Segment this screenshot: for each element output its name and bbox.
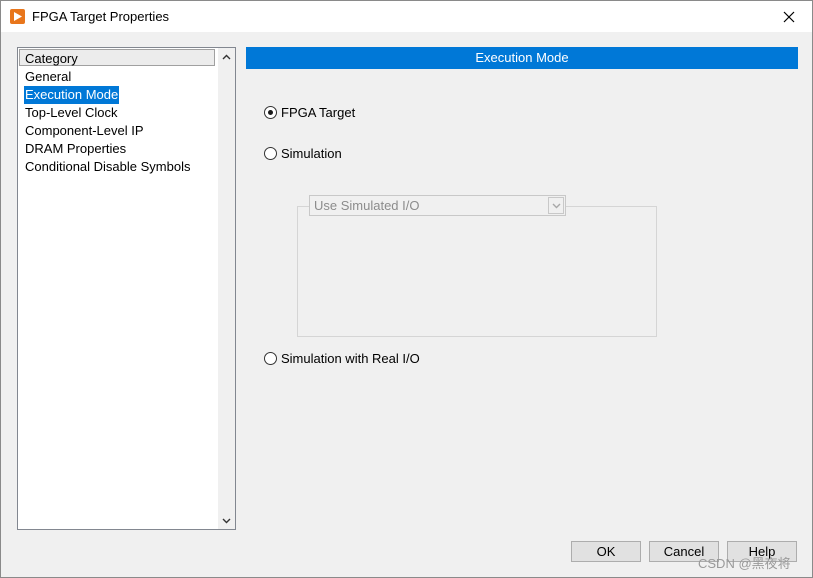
dropdown-button[interactable] <box>548 197 564 214</box>
category-item-general[interactable]: General <box>24 68 72 86</box>
watermark: CSDN @黑夜将 <box>698 556 791 571</box>
section-title: Execution Mode <box>246 47 798 69</box>
category-item-conditional-disable-symbols[interactable]: Conditional Disable Symbols <box>24 158 191 176</box>
radio-button[interactable] <box>264 351 277 365</box>
app-icon <box>10 9 25 24</box>
category-item-top-level-clock[interactable]: Top-Level Clock <box>24 104 119 122</box>
category-list[interactable]: Category General Execution Mode Top-Leve… <box>17 47 236 530</box>
radio-button[interactable] <box>264 105 277 119</box>
ok-button[interactable]: OK <box>571 541 641 562</box>
close-button[interactable] <box>766 1 812 32</box>
category-item-dram-properties[interactable]: DRAM Properties <box>24 140 127 158</box>
category-header[interactable]: Category <box>19 49 215 66</box>
chevron-up-icon <box>222 54 231 59</box>
chevron-down-icon <box>552 203 560 208</box>
window-title: FPGA Target Properties <box>32 9 170 24</box>
scroll-down-button[interactable] <box>218 512 235 529</box>
radio-button[interactable] <box>264 146 277 160</box>
radio-label: Simulation <box>281 145 342 161</box>
category-item-component-level-ip[interactable]: Component-Level IP <box>24 122 145 140</box>
radio-label: Simulation with Real I/O <box>281 350 420 366</box>
category-item-execution-mode[interactable]: Execution Mode <box>24 86 120 104</box>
radio-simulation-real-io[interactable]: Simulation with Real I/O <box>264 349 420 367</box>
select-value: Use Simulated I/O <box>314 198 420 213</box>
radio-simulation[interactable]: Simulation <box>264 144 342 162</box>
close-icon <box>783 11 795 22</box>
dialog-window: FPGA Target Properties Category General … <box>0 0 813 578</box>
scroll-up-button[interactable] <box>218 48 235 65</box>
title-bar[interactable]: FPGA Target Properties <box>1 1 812 32</box>
chevron-down-icon <box>222 518 231 523</box>
simulation-group-box <box>297 206 657 337</box>
category-items: General Execution Mode Top-Level Clock C… <box>24 68 191 176</box>
radio-fpga-target[interactable]: FPGA Target <box>264 103 355 121</box>
radio-label: FPGA Target <box>281 104 356 120</box>
category-scrollbar[interactable] <box>218 48 235 529</box>
simulated-io-select[interactable]: Use Simulated I/O <box>309 195 566 216</box>
